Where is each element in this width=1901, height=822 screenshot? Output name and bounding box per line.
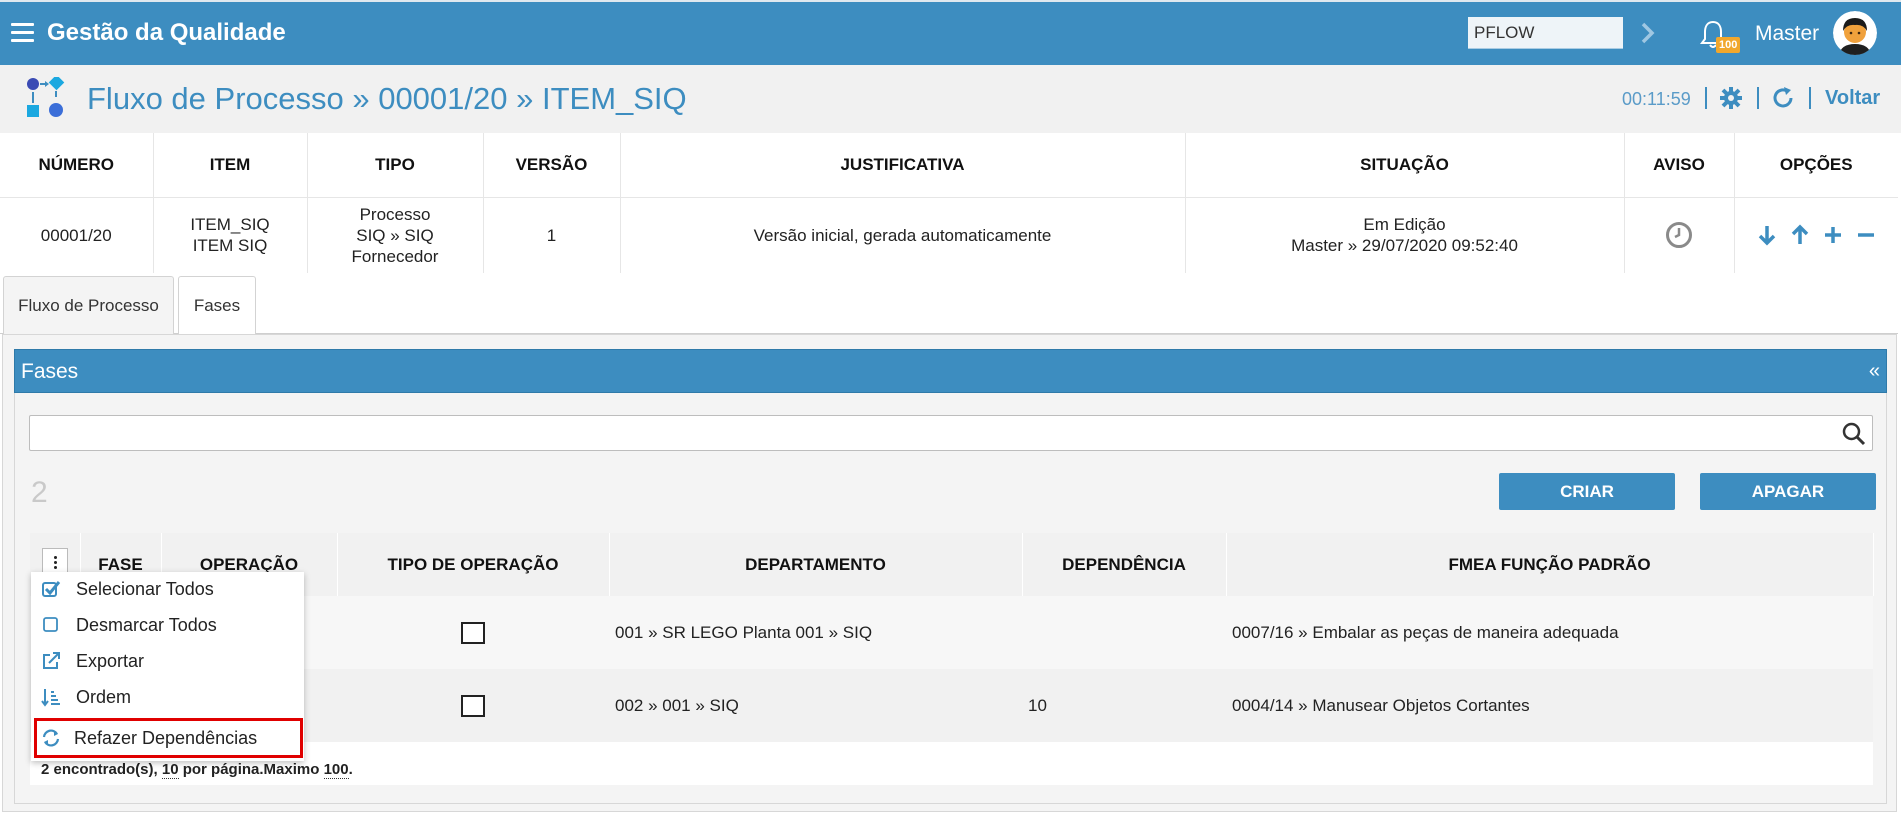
table-row[interactable]: 001 » SR LEGO Planta 001 » SIQ 0007/16 »…: [30, 596, 1873, 669]
session-timer: 00:11:59: [1622, 89, 1691, 109]
search-icon[interactable]: [1841, 421, 1867, 447]
search-input[interactable]: [29, 415, 1873, 451]
app-title: Gestão da Qualidade: [47, 19, 286, 46]
col-header-fmea[interactable]: FMEA FUNÇÃO PADRÃO: [1226, 533, 1874, 596]
col-header-dependencia[interactable]: DEPENDÊNCIA: [1022, 533, 1227, 596]
departamento-cell: 001 » SR LEGO Planta 001 » SIQ: [609, 596, 1022, 669]
col-header-versao: VERSÃO: [483, 133, 621, 198]
menu-item-label: Refazer Dependências: [74, 727, 258, 748]
header-divider: [1809, 87, 1811, 109]
tipo-line: SIQ » SIQ: [356, 225, 434, 245]
tab-fluxo-de-processo[interactable]: Fluxo de Processo: [3, 276, 174, 334]
menu-item-refazer-dependencias[interactable]: Refazer Dependências: [34, 718, 303, 758]
period: .: [348, 761, 353, 778]
header-divider: [1757, 87, 1759, 109]
tipo-line: Fornecedor: [351, 246, 439, 266]
sort-order-icon: [41, 687, 61, 707]
max-value[interactable]: 100: [323, 761, 349, 779]
tipo-line: Processo: [359, 204, 431, 224]
clock-icon[interactable]: [1665, 221, 1693, 249]
table-row: 00001/20 ITEM_SIQ ITEM SIQ Processo SIQ …: [0, 197, 1898, 273]
col-header-situacao: SITUAÇÃO: [1185, 133, 1625, 198]
departamento-cell: 002 » 001 » SIQ: [609, 669, 1022, 742]
pflow-input[interactable]: [1468, 17, 1623, 49]
process-info-table: NÚMERO ITEM TIPO VERSÃO JUSTIFICATIVA SI…: [0, 133, 1898, 273]
plus-icon[interactable]: [1821, 223, 1845, 247]
fases-grid: FASE OPERAÇÃO TIPO DE OPERAÇÃO DEPARTAME…: [30, 533, 1874, 785]
top-bar: Gestão da Qualidade 100 Master: [0, 0, 1901, 65]
gear-icon[interactable]: [1719, 86, 1743, 110]
per-page-value[interactable]: 10: [161, 761, 179, 779]
process-flow-icon: [25, 77, 75, 123]
user-name[interactable]: Master: [1755, 22, 1819, 46]
opcoes-cell: [1734, 197, 1898, 273]
actions-dropdown-menu: Selecionar Todos Desmarcar Todos Exporta…: [31, 572, 304, 761]
page-title: Fluxo de Processo » 00001/20 » ITEM_SIQ: [87, 81, 687, 116]
item-description: ITEM SIQ: [192, 236, 268, 256]
menu-item-label: Desmarcar Todos: [76, 614, 217, 635]
situacao-status: Em Edição: [1363, 215, 1446, 235]
dependencia-cell: 10: [1022, 669, 1226, 742]
chevron-right-icon[interactable]: [1636, 20, 1658, 46]
hamburger-menu-icon[interactable]: [11, 23, 34, 43]
col-header-justificativa: JUSTIFICATIVA: [620, 133, 1186, 198]
check-square-icon: [41, 579, 61, 599]
dependencia-cell: [1022, 596, 1226, 669]
criar-button[interactable]: CRIAR: [1499, 473, 1675, 510]
situacao-detail: Master » 29/07/2020 09:52:40: [1291, 236, 1518, 256]
aviso-cell: [1624, 197, 1735, 273]
col-header-opcoes: OPÇÕES: [1734, 133, 1898, 198]
fases-panel-header: Fases «: [14, 349, 1887, 393]
avatar[interactable]: [1833, 11, 1877, 55]
tab-bar: Fluxo de Processo Fases: [0, 274, 1898, 335]
arrow-up-icon[interactable]: [1788, 223, 1812, 247]
results-found: 2 encontrado(s),: [41, 761, 158, 778]
menu-item-label: Exportar: [76, 650, 145, 671]
menu-item-ordem[interactable]: Ordem: [31, 680, 304, 714]
header-divider: [1705, 87, 1707, 109]
item-cell: ITEM_SIQ ITEM SIQ: [153, 197, 308, 273]
col-header-departamento[interactable]: DEPARTAMENTO: [609, 533, 1023, 596]
menu-item-selecionar-todos[interactable]: Selecionar Todos: [31, 572, 304, 606]
tipo-cell: Processo SIQ » SIQ Fornecedor: [307, 197, 484, 273]
menu-item-desmarcar-todos[interactable]: Desmarcar Todos: [31, 608, 304, 642]
col-header-aviso: AVISO: [1624, 133, 1735, 198]
situacao-cell: Em Edição Master » 29/07/2020 09:52:40: [1185, 197, 1625, 273]
col-header-numero: NÚMERO: [0, 133, 154, 198]
versao-cell: 1: [483, 197, 621, 273]
result-count: 2: [31, 476, 48, 509]
back-link[interactable]: Voltar: [1825, 87, 1880, 110]
pagination-info: 2 encontrado(s), 10 por página.Maximo 10…: [41, 761, 353, 779]
item-code: ITEM_SIQ: [190, 215, 270, 235]
menu-item-exportar[interactable]: Exportar: [31, 644, 304, 678]
numero-cell: 00001/20: [0, 197, 154, 273]
fmea-cell: 0004/14 » Manusear Objetos Cortantes: [1226, 669, 1873, 742]
notification-badge: 100: [1716, 37, 1741, 53]
arrow-down-icon[interactable]: [1755, 223, 1779, 247]
collapse-icon[interactable]: «: [1869, 360, 1880, 383]
col-header-item: ITEM: [153, 133, 308, 198]
square-icon: [41, 615, 61, 635]
menu-item-label: Selecionar Todos: [76, 578, 214, 599]
fmea-cell: 0007/16 » Embalar as peças de maneira ad…: [1226, 596, 1873, 669]
table-row[interactable]: 002 » 001 » SIQ 10 0004/14 » Manusear Ob…: [30, 669, 1873, 742]
per-page-label: por página.Maximo: [182, 761, 320, 778]
tipo-operacao-checkbox[interactable]: [461, 621, 485, 644]
col-header-tipo: TIPO: [307, 133, 484, 198]
panel-title: Fases: [21, 360, 79, 383]
refresh-icon[interactable]: [1771, 86, 1795, 110]
apagar-button[interactable]: APAGAR: [1700, 473, 1876, 510]
page-header: Fluxo de Processo » 00001/20 » ITEM_SIQ …: [0, 65, 1901, 133]
fases-table: FASE OPERAÇÃO TIPO DE OPERAÇÃO DEPARTAME…: [30, 533, 1874, 742]
minus-icon[interactable]: [1854, 223, 1878, 247]
col-header-tipo-operacao[interactable]: TIPO DE OPERAÇÃO: [337, 533, 610, 596]
sync-icon: [41, 728, 61, 748]
tipo-operacao-checkbox[interactable]: [461, 694, 485, 717]
tab-fases[interactable]: Fases: [178, 276, 256, 335]
menu-item-label: Ordem: [76, 686, 132, 707]
external-link-icon: [41, 651, 61, 671]
justificativa-cell: Versão inicial, gerada automaticamente: [620, 197, 1186, 273]
